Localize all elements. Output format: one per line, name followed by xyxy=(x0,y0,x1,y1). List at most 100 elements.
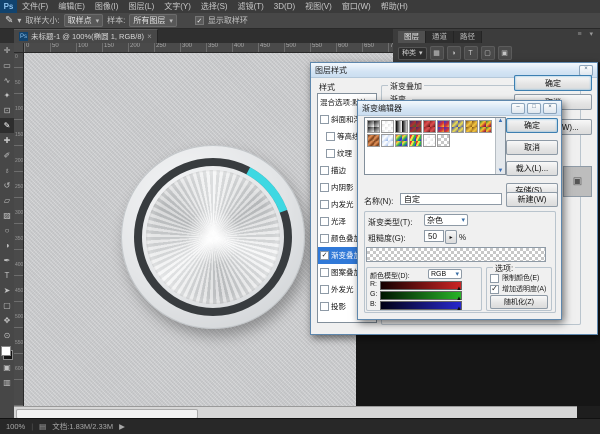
menu-item[interactable]: 帮助(H) xyxy=(376,2,413,11)
menu-item[interactable]: 编辑(E) xyxy=(53,2,90,11)
minimize-button[interactable]: – xyxy=(511,103,525,114)
gradient-preset-copper[interactable] xyxy=(367,134,380,147)
menu-item[interactable]: 图像(I) xyxy=(90,2,124,11)
cancel-button[interactable]: 取消 xyxy=(506,140,558,155)
tool-healing-brush-tool[interactable]: ✚ xyxy=(0,133,14,148)
gradient-type-dropdown[interactable]: 杂色 ▾ xyxy=(424,214,468,226)
foreground-background-swatches[interactable] xyxy=(1,346,13,360)
gradient-preset-blue-yellow-blue[interactable] xyxy=(451,120,464,133)
gradient-preset-transparent-to-white[interactable] xyxy=(381,120,394,133)
style-checkbox[interactable] xyxy=(320,183,329,192)
channel-gradient-bar[interactable] xyxy=(380,301,462,310)
tool-history-brush-tool[interactable]: ↺ xyxy=(0,178,14,193)
load-button[interactable]: 载入(L)... xyxy=(506,161,558,176)
close-tab-icon[interactable]: × xyxy=(147,32,152,41)
zoom-level[interactable]: 100% xyxy=(6,422,25,431)
close-button[interactable]: × xyxy=(543,103,557,114)
style-checkbox[interactable] xyxy=(326,149,335,158)
tool-shape-tool[interactable]: ▢ xyxy=(0,298,14,313)
gradient-preset-pastel-blue[interactable] xyxy=(381,134,394,147)
style-checkbox[interactable] xyxy=(320,268,329,277)
type-filter-icon[interactable]: T xyxy=(464,46,478,60)
add-transparency-checkbox[interactable]: ✓ xyxy=(490,285,499,294)
menu-item[interactable]: 滤镜(T) xyxy=(233,2,269,11)
close-button[interactable]: × xyxy=(579,65,593,76)
filter-kind-dropdown[interactable]: 种类 ▾ xyxy=(398,47,427,60)
show-ring-checkbox[interactable]: ✓ xyxy=(195,16,204,25)
sample-dropdown[interactable]: 所有图层 ▾ xyxy=(129,14,177,27)
style-checkbox[interactable] xyxy=(326,132,335,141)
channel-gradient-bar[interactable] xyxy=(380,291,462,300)
tool-zoom-tool[interactable]: ⊙ xyxy=(0,328,14,343)
new-gradient-button[interactable]: 新建(W) xyxy=(506,192,558,207)
gradient-preset-transparent[interactable] xyxy=(437,134,450,147)
name-input[interactable]: 自定 xyxy=(400,193,502,205)
panel-tab-通道[interactable]: 通道 xyxy=(426,31,454,43)
screen-mode-button[interactable]: ▥ xyxy=(0,375,14,390)
style-checkbox[interactable] xyxy=(320,166,329,175)
tool-path-select-tool[interactable]: ➤ xyxy=(0,283,14,298)
channel-slider-handle[interactable]: ▲ xyxy=(456,306,462,312)
panel-tab-路径[interactable]: 路径 xyxy=(454,31,482,43)
menu-item[interactable]: 选择(S) xyxy=(196,2,233,11)
randomize-button[interactable]: 随机化(Z) xyxy=(490,295,548,309)
presets-scrollbar[interactable]: ▲ ▼ xyxy=(495,118,505,174)
tool-preset-arrow[interactable]: ▾ xyxy=(17,16,21,25)
scroll-down-icon[interactable]: ▼ xyxy=(498,168,504,174)
gradient-preset-fg-to-transparent[interactable] xyxy=(367,120,380,133)
menu-item[interactable]: 视图(V) xyxy=(300,2,337,11)
tool-hand-tool[interactable]: ✥ xyxy=(0,313,14,328)
quick-mask-button[interactable]: ▣ xyxy=(0,360,14,375)
style-checkbox[interactable] xyxy=(320,302,329,311)
ok-button[interactable]: 确定 xyxy=(506,118,558,133)
gradient-preset-rainbow-stripes[interactable] xyxy=(409,134,422,147)
adjustment-filter-icon[interactable]: ◑ xyxy=(447,46,461,60)
gradient-preview-bar[interactable] xyxy=(366,247,546,262)
sample-size-dropdown[interactable]: 取样点 ▾ xyxy=(64,14,104,27)
style-checkbox[interactable] xyxy=(320,285,329,294)
tool-lasso-tool[interactable]: ∿ xyxy=(0,73,14,88)
gradient-preset-gold[interactable] xyxy=(465,120,478,133)
foreground-color-swatch[interactable] xyxy=(1,346,11,356)
style-checkbox[interactable] xyxy=(320,200,329,209)
tool-pen-tool[interactable]: ✒ xyxy=(0,253,14,268)
style-checkbox[interactable] xyxy=(320,115,329,124)
tool-blur-tool[interactable]: ○ xyxy=(0,223,14,238)
tool-marquee-tool[interactable]: ▭ xyxy=(0,58,14,73)
panel-menu-icon[interactable]: ≡ ▾ xyxy=(577,30,596,38)
panel-tab-图层[interactable]: 图层 xyxy=(398,31,426,43)
menu-item[interactable]: 文件(F) xyxy=(17,2,53,11)
gradient-preset-spectrum[interactable] xyxy=(395,134,408,147)
horizontal-scrollbar[interactable] xyxy=(14,406,577,418)
pixel-filter-icon[interactable]: ▦ xyxy=(430,46,444,60)
roughness-stepper[interactable]: ▸ xyxy=(445,230,457,244)
document-tab[interactable]: Ps 未标题-1 @ 100%(椭圆 1, RGB/8) × xyxy=(14,29,158,43)
gradient-editor-titlebar[interactable]: 渐变编辑器 – □ × xyxy=(358,101,561,116)
gradient-preset-blue-red-yellow[interactable] xyxy=(437,120,450,133)
tool-move-tool[interactable]: ✛ xyxy=(0,43,14,58)
tool-clone-stamp-tool[interactable]: ♁ xyxy=(0,163,14,178)
tool-type-tool[interactable]: T xyxy=(0,268,14,283)
tool-gradient-tool[interactable]: ▨ xyxy=(0,208,14,223)
tool-quick-select-tool[interactable]: ✦ xyxy=(0,88,14,103)
gradient-preset-green-gold-red-violet[interactable] xyxy=(479,120,492,133)
restrict-colors-checkbox[interactable] xyxy=(490,274,499,283)
tool-crop-tool[interactable]: ⊡ xyxy=(0,103,14,118)
smart-object-filter-icon[interactable]: ▣ xyxy=(498,46,512,60)
style-checkbox[interactable] xyxy=(320,217,329,226)
gradient-preset-red-dark[interactable] xyxy=(423,120,436,133)
tool-brush-tool[interactable]: ✐ xyxy=(0,148,14,163)
channel-gradient-bar[interactable] xyxy=(380,281,462,290)
roughness-input[interactable]: 50 xyxy=(424,230,444,242)
menu-item[interactable]: 3D(D) xyxy=(269,2,300,11)
tool-dodge-tool[interactable]: ◑ xyxy=(0,238,14,253)
tool-eyedropper-tool[interactable]: ✎ xyxy=(0,118,14,133)
color-model-dropdown[interactable]: RGB ▾ xyxy=(428,269,462,279)
tool-eraser-tool[interactable]: ▱ xyxy=(0,193,14,208)
scroll-up-icon[interactable]: ▲ xyxy=(498,118,504,124)
gradient-preset-black-to-white[interactable] xyxy=(395,120,408,133)
maximize-button[interactable]: □ xyxy=(527,103,541,114)
menu-item[interactable]: 窗口(W) xyxy=(337,2,376,11)
menu-item[interactable]: 图层(L) xyxy=(123,2,159,11)
style-checkbox[interactable] xyxy=(320,234,329,243)
